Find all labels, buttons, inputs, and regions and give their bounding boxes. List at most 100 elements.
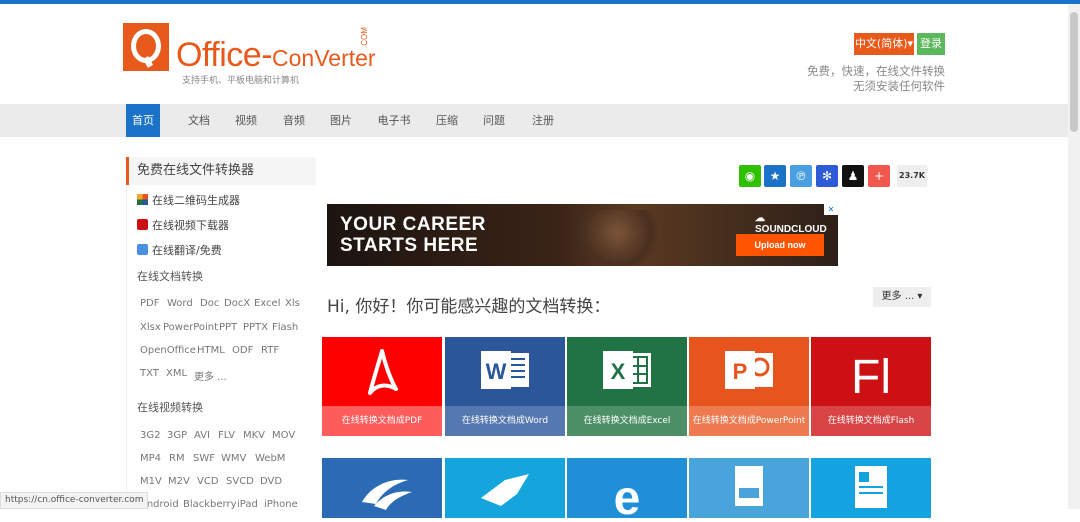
format-link[interactable]: Xlsx	[140, 322, 161, 333]
qzone-star-icon[interactable]: ★	[764, 165, 786, 187]
nav-register[interactable]: 注册	[526, 104, 560, 137]
share-count: 23.7K	[897, 165, 927, 187]
nav-faq[interactable]: 问题	[477, 104, 511, 137]
format-link[interactable]: OpenOffice	[140, 345, 196, 356]
format-link[interactable]: MOV	[272, 430, 295, 441]
openoffice-icon	[362, 479, 412, 510]
nav-audio[interactable]: 音频	[277, 104, 311, 137]
baidu-icon[interactable]: ✻	[816, 165, 838, 187]
nav-video[interactable]: 视频	[229, 104, 263, 137]
format-link[interactable]: M2V	[168, 476, 190, 487]
ad-upload-button[interactable]: Upload now	[736, 234, 824, 256]
format-link[interactable]: Word	[167, 298, 193, 309]
nav-documents[interactable]: 文档	[182, 104, 216, 137]
internet-explorer-icon: e	[614, 472, 641, 522]
logo-mark[interactable]	[123, 23, 169, 71]
tile-excel[interactable]: X 在线转换文档成Excel	[567, 337, 687, 436]
sidebar-divider	[126, 185, 127, 509]
excel-icon: X	[603, 351, 651, 389]
format-link[interactable]: PPT	[219, 322, 237, 333]
tile-pdf[interactable]: 在线转换文档成PDF	[322, 337, 442, 436]
tencent-weibo-icon[interactable]: ℗	[790, 165, 812, 187]
rtf-file-icon	[735, 466, 763, 506]
format-link[interactable]: XML	[166, 368, 187, 379]
format-link[interactable]: RTF	[261, 345, 279, 356]
qq-icon[interactable]: ♟	[842, 165, 864, 187]
scrollbar-thumb[interactable]	[1070, 12, 1078, 132]
format-link[interactable]: Doc	[200, 298, 219, 309]
logo-tagline: 支持手机、平板电脑和计算机	[182, 76, 300, 86]
format-link[interactable]: RM	[169, 453, 185, 464]
sidebar-link-video-downloader[interactable]: 在线视频下载器	[137, 217, 229, 233]
format-link[interactable]: AVI	[194, 430, 210, 441]
doc-conversion-heading: 在线文档转换	[137, 270, 203, 283]
tile-excel-label: 在线转换文档成Excel	[567, 406, 687, 436]
acrobat-icon	[368, 349, 398, 395]
format-link[interactable]: FLV	[218, 430, 235, 441]
word-icon: W	[481, 351, 529, 389]
nav-images[interactable]: 图片	[324, 104, 358, 137]
format-link[interactable]: iPad	[237, 499, 258, 510]
slogan-line1: 免费，快速，在线文件转换	[807, 64, 945, 78]
format-link[interactable]: PowerPoint	[163, 322, 218, 333]
login-button[interactable]: 登录	[917, 33, 945, 55]
tile-html[interactable]: e	[567, 458, 687, 522]
format-link[interactable]: HTML	[197, 345, 225, 356]
format-link[interactable]: iPhone	[264, 499, 298, 510]
tile-powerpoint[interactable]: P 在线转换文档成PowerPoint	[689, 337, 809, 436]
format-link[interactable]: VCD	[197, 476, 219, 487]
plus-share-icon[interactable]: +	[868, 165, 890, 187]
powerpoint-icon: P	[725, 351, 773, 389]
format-link[interactable]: Flash	[272, 322, 298, 333]
nav-home[interactable]: 首页	[126, 104, 160, 137]
format-link[interactable]: SWF	[193, 453, 215, 464]
format-link[interactable]: 3GP	[167, 430, 187, 441]
ebook-bird-icon	[481, 474, 529, 506]
nav-ebooks[interactable]: 电子书	[373, 104, 415, 137]
more-dropdown[interactable]: 更多 ... ▾	[873, 287, 931, 307]
tile-rtf[interactable]	[689, 458, 809, 518]
format-link[interactable]: SVCD	[226, 476, 254, 487]
logo-com: .COM	[360, 27, 369, 48]
qrcode-icon	[137, 194, 148, 205]
greeting-heading: Hi, 你好！你可能感兴趣的文档转换：	[327, 297, 611, 317]
format-link[interactable]: TXT	[140, 368, 159, 379]
status-bar-url: https://cn.office-converter.com	[0, 492, 149, 509]
tile-flash[interactable]: Fl 在线转换文档成Flash	[811, 337, 931, 436]
sidebar-link-qrcode[interactable]: 在线二维码生成器	[137, 192, 240, 208]
svg-text:e: e	[614, 472, 641, 518]
format-link[interactable]: Xls	[285, 298, 300, 309]
format-link[interactable]: MP4	[140, 453, 161, 464]
svg-text:P: P	[733, 359, 748, 384]
format-link[interactable]: PDF	[140, 298, 159, 309]
nav-archive[interactable]: 压缩	[430, 104, 464, 137]
format-link[interactable]: DocX	[224, 298, 250, 309]
format-link[interactable]: MKV	[243, 430, 265, 441]
tile-ebook[interactable]	[445, 458, 565, 518]
tile-openoffice[interactable]	[322, 458, 442, 518]
wechat-icon[interactable]: ◉	[739, 165, 761, 187]
format-link[interactable]: WebM	[255, 453, 285, 464]
logo-wordmark[interactable]: Office-ConVerter	[176, 36, 376, 75]
tile-flash-label: 在线转换文档成Flash	[811, 406, 931, 436]
language-dropdown[interactable]: 中文(简体)▾	[854, 33, 914, 55]
advertisement-banner[interactable]: YOUR CAREER STARTS HERE ☁ SOUNDCLOUD Uplo…	[327, 204, 838, 266]
sidebar-link-translate[interactable]: 在线翻译/免费	[137, 242, 222, 258]
format-link[interactable]: M1V	[140, 476, 162, 487]
format-link[interactable]: DVD	[260, 476, 282, 487]
ad-close-icon[interactable]: ✕	[824, 204, 838, 215]
format-more-link[interactable]: 更多 ...	[194, 368, 227, 383]
tile-word[interactable]: W 在线转换文档成Word	[445, 337, 565, 436]
format-link[interactable]: ODF	[232, 345, 253, 356]
main-nav: 首页 文档 视频 音频 图片 电子书 压缩 问题 注册	[0, 104, 1068, 137]
svg-text:W: W	[486, 359, 507, 384]
tile-pdf-label: 在线转换文档成PDF	[322, 406, 442, 436]
tile-odt[interactable]	[811, 458, 931, 518]
format-link[interactable]: WMV	[221, 453, 246, 464]
format-link[interactable]: Excel	[254, 298, 281, 309]
vertical-scrollbar[interactable]	[1068, 4, 1080, 509]
format-link[interactable]: PPTX	[243, 322, 268, 333]
format-link[interactable]: Blackberry	[183, 499, 237, 510]
svg-text:Fl: Fl	[851, 351, 891, 404]
format-link[interactable]: 3G2	[140, 430, 160, 441]
